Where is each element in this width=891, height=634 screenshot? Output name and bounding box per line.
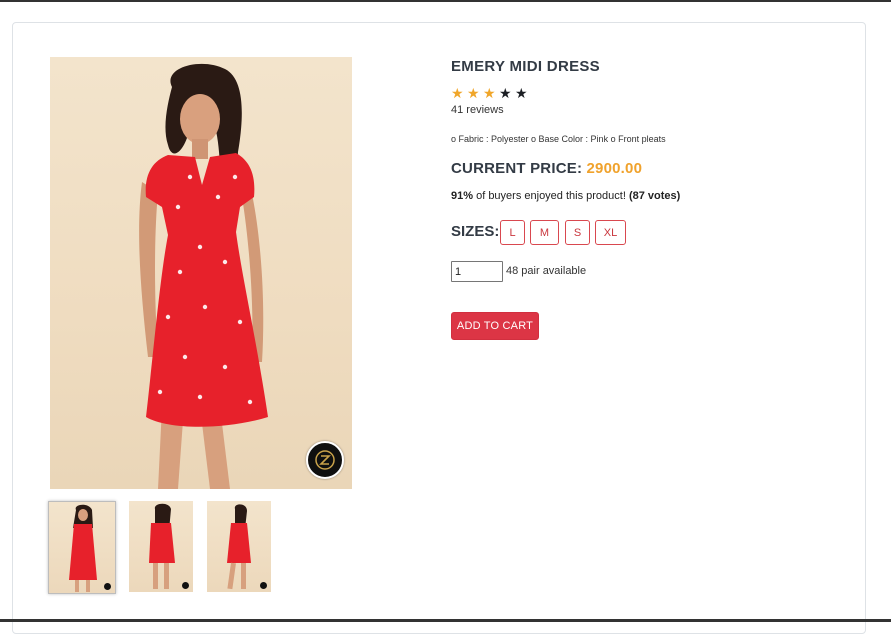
thumbnail-front[interactable] bbox=[48, 501, 116, 594]
size-button-s[interactable]: S bbox=[565, 220, 590, 245]
current-price: CURRENT PRICE: 2900.00 bbox=[451, 160, 642, 177]
price-label: CURRENT PRICE: bbox=[451, 160, 583, 177]
top-rule bbox=[0, 0, 891, 2]
vote-percent: 91% bbox=[451, 190, 474, 202]
main-product-image[interactable] bbox=[50, 57, 352, 489]
sizes-label: SIZES: bbox=[451, 223, 500, 240]
brand-logo-icon bbox=[306, 441, 344, 479]
product-title: EMERY MIDI DRESS bbox=[451, 58, 600, 75]
thumbnail-back[interactable] bbox=[129, 501, 193, 592]
badge-dot bbox=[260, 582, 267, 589]
size-button-m[interactable]: M bbox=[530, 220, 559, 245]
add-to-cart-button[interactable]: ADD TO CART bbox=[451, 312, 539, 340]
star-empty-icon: ★ bbox=[499, 85, 512, 101]
quantity-input[interactable] bbox=[451, 261, 503, 282]
badge-dot bbox=[182, 582, 189, 589]
star-empty-icon: ★ bbox=[515, 85, 528, 101]
reviews-count: 41 reviews bbox=[451, 104, 504, 116]
availability-text: 48 pair available bbox=[506, 265, 587, 277]
star-filled-icon: ★ bbox=[467, 85, 480, 101]
vote-count: (87 votes) bbox=[628, 190, 681, 202]
product-specs: o Fabric : Polyester o Base Color : Pink… bbox=[451, 134, 666, 144]
badge-dot bbox=[104, 583, 111, 590]
size-button-l[interactable]: L bbox=[500, 220, 525, 245]
star-rating: ★ ★ ★ ★ ★ bbox=[451, 86, 531, 101]
thumbnail-side[interactable] bbox=[207, 501, 271, 592]
price-value: 2900.00 bbox=[586, 160, 643, 177]
star-filled-icon: ★ bbox=[451, 85, 464, 101]
size-button-xl[interactable]: XL bbox=[595, 220, 626, 245]
vote-text: of buyers enjoyed this product! bbox=[473, 190, 629, 202]
buyer-vote: 91% of buyers enjoyed this product! (87 … bbox=[451, 190, 680, 202]
star-filled-icon: ★ bbox=[483, 85, 496, 101]
